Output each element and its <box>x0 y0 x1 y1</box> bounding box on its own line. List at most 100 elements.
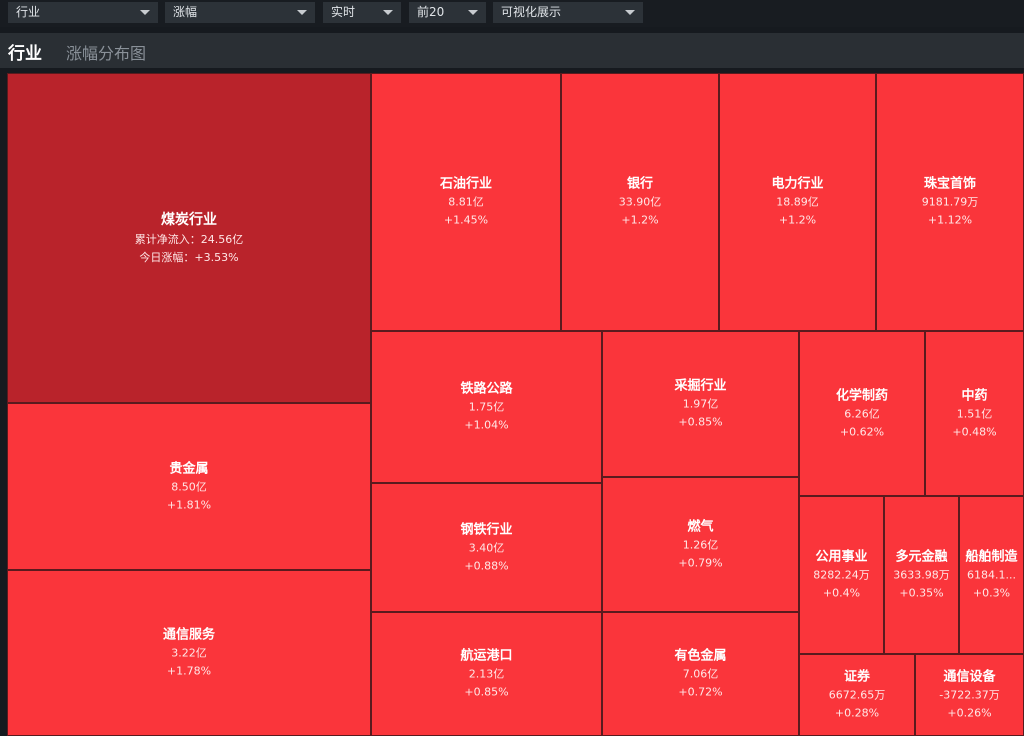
sector-net-flow: 6184.1... <box>967 568 1016 582</box>
sector-name: 珠宝首饰 <box>923 176 976 192</box>
sector-tile[interactable]: 公用事业 8282.24万 +0.4% <box>799 496 884 654</box>
sector-net-flow: 18.89亿 <box>776 195 819 209</box>
sector-tile[interactable]: 航运港口 2.13亿 +0.85% <box>371 612 602 736</box>
sector-tile[interactable]: 通信服务 3.22亿 +1.78% <box>7 570 371 736</box>
sector-tile[interactable]: 有色金属 7.06亿 +0.72% <box>602 612 799 736</box>
sector-tile-content: 船舶制造 6184.1... +0.3% <box>960 548 1023 603</box>
sector-tile-content: 航运港口 2.13亿 +0.85% <box>372 647 601 702</box>
view-dropdown-label: 可视化展示 <box>501 5 562 19</box>
sector-change: +0.28% <box>834 706 880 720</box>
sector-tile-content: 珠宝首饰 9181.79万 +1.12% <box>877 175 1023 230</box>
sector-net-flow: 9181.79万 <box>921 195 979 209</box>
sector-tile[interactable]: 银行 33.90亿 +1.2% <box>561 73 719 331</box>
sector-tile[interactable]: 贵金属 8.50亿 +1.81% <box>7 403 371 570</box>
metric-dropdown[interactable]: 涨幅 <box>165 2 315 23</box>
sector-change: +0.62% <box>839 425 885 438</box>
sector-name: 证券 <box>843 669 870 685</box>
sector-name: 采掘行业 <box>674 378 727 394</box>
sector-tile[interactable]: 多元金融 3633.98万 +0.35% <box>884 496 959 654</box>
sector-tile[interactable]: 煤炭行业 累计净流入：24.56亿 今日涨幅：+3.53% <box>7 73 371 403</box>
sector-change: +1.2% <box>778 213 817 227</box>
sector-net-flow: 8282.24万 <box>813 568 870 582</box>
sector-change: +0.72% <box>678 685 723 699</box>
metric-dropdown-label: 涨幅 <box>173 5 198 19</box>
sector-tile-content: 公用事业 8282.24万 +0.4% <box>800 548 883 603</box>
topn-dropdown[interactable]: 前20 <box>409 2 486 23</box>
sector-tile-content: 电力行业 18.89亿 +1.2% <box>720 175 875 230</box>
view-dropdown[interactable]: 可视化展示 <box>493 2 643 23</box>
sector-tile-content: 证券 6672.65万 +0.28% <box>800 668 914 723</box>
sector-tile-content: 石油行业 8.81亿 +1.45% <box>372 175 560 230</box>
sector-change: +0.48% <box>952 425 997 438</box>
chevron-down-icon <box>468 10 478 15</box>
sector-tile[interactable]: 中药 1.51亿 +0.48% <box>925 331 1024 496</box>
sector-treemap: 煤炭行业 累计净流入：24.56亿 今日涨幅：+3.53% 石油行业 8.81亿 +1.4… <box>7 73 1024 736</box>
filter-toolbar: 行业 涨幅 实时 前20 可视化展示 <box>0 0 1024 27</box>
sector-name: 公用事业 <box>815 549 868 565</box>
sector-tile[interactable]: 珠宝首饰 9181.79万 +1.12% <box>876 73 1024 331</box>
sector-change: +1.78% <box>166 664 212 678</box>
sector-net-flow: 7.06亿 <box>682 667 719 681</box>
sector-tile[interactable]: 证券 6672.65万 +0.28% <box>799 654 915 736</box>
sector-tile-content: 银行 33.90亿 +1.2% <box>562 175 718 230</box>
chevron-down-icon <box>140 10 150 15</box>
topn-dropdown-label: 前20 <box>417 5 445 19</box>
sector-net-flow: 累计净流入：24.56亿 <box>134 233 244 246</box>
sector-tile-content: 化学制药 6.26亿 +0.62% <box>800 386 924 441</box>
sector-tile[interactable]: 电力行业 18.89亿 +1.2% <box>719 73 876 331</box>
chevron-down-icon <box>625 10 635 15</box>
sector-tile[interactable]: 通信设备 -3722.37万 +0.26% <box>915 654 1024 736</box>
sector-tile[interactable]: 化学制药 6.26亿 +0.62% <box>799 331 925 496</box>
sector-name: 银行 <box>626 176 653 192</box>
sector-name: 钢铁行业 <box>460 522 513 537</box>
sector-name: 电力行业 <box>771 176 824 192</box>
sector-name: 贵金属 <box>169 461 209 476</box>
sector-tile[interactable]: 燃气 1.26亿 +0.79% <box>602 477 799 612</box>
sector-change: +0.79% <box>678 556 723 569</box>
sector-change: +0.85% <box>464 685 509 699</box>
sector-tile[interactable]: 钢铁行业 3.40亿 +0.88% <box>371 483 602 612</box>
sector-net-flow: 3.22亿 <box>171 646 207 660</box>
sector-tile[interactable]: 采掘行业 1.97亿 +0.85% <box>602 331 799 477</box>
category-dropdown[interactable]: 行业 <box>8 2 158 23</box>
sector-net-flow: 6672.65万 <box>828 688 886 702</box>
sector-name: 中药 <box>961 388 988 403</box>
chevron-down-icon <box>297 10 307 15</box>
category-dropdown-label: 行业 <box>16 5 41 19</box>
sector-net-flow: 3.40亿 <box>468 541 505 554</box>
sector-name: 通信服务 <box>162 627 215 643</box>
sector-net-flow: 6.26亿 <box>844 407 880 420</box>
sector-name: 航运港口 <box>460 648 513 664</box>
sector-tile[interactable]: 铁路公路 1.75亿 +1.04% <box>371 331 602 483</box>
sector-change: +0.3% <box>972 586 1011 600</box>
sector-net-flow: 1.51亿 <box>956 407 993 420</box>
period-dropdown[interactable]: 实时 <box>323 2 401 23</box>
sector-tile[interactable]: 船舶制造 6184.1... +0.3% <box>959 496 1024 654</box>
sector-net-flow: 33.90亿 <box>618 195 662 209</box>
sector-name: 多元金融 <box>895 549 948 565</box>
sector-name: 铁路公路 <box>460 381 513 397</box>
sector-change: +1.45% <box>443 213 489 227</box>
sector-tile-content: 贵金属 8.50亿 +1.81% <box>8 459 370 514</box>
sector-tile-content: 铁路公路 1.75亿 +1.04% <box>372 380 601 435</box>
sector-tile-content: 煤炭行业 累计净流入：24.56亿 今日涨幅：+3.53% <box>8 209 370 267</box>
sector-change: +0.35% <box>899 586 944 600</box>
sector-net-flow: 1.75亿 <box>468 400 505 414</box>
sector-name: 石油行业 <box>439 176 492 192</box>
sector-tile-content: 钢铁行业 3.40亿 +0.88% <box>372 520 601 575</box>
sector-net-flow: 8.81亿 <box>448 195 484 209</box>
sector-tile-content: 燃气 1.26亿 +0.79% <box>603 517 798 572</box>
sector-name: 船舶制造 <box>965 549 1018 565</box>
sector-name: 有色金属 <box>674 648 727 664</box>
sector-tile-content: 通信设备 -3722.37万 +0.26% <box>916 668 1023 723</box>
sector-tile[interactable]: 石油行业 8.81亿 +1.45% <box>371 73 561 331</box>
sector-name: 燃气 <box>687 519 714 534</box>
page-title: 行业 <box>8 44 42 64</box>
sector-tile-content: 中药 1.51亿 +0.48% <box>926 386 1023 441</box>
sector-tile-content: 通信服务 3.22亿 +1.78% <box>8 626 370 681</box>
sector-net-flow: 2.13亿 <box>468 667 505 681</box>
sector-tile-content: 多元金融 3633.98万 +0.35% <box>885 548 958 603</box>
sector-name: 化学制药 <box>835 388 888 403</box>
sector-net-flow: -3722.37万 <box>939 688 1000 702</box>
page-subtitle: 涨幅分布图 <box>66 44 147 63</box>
